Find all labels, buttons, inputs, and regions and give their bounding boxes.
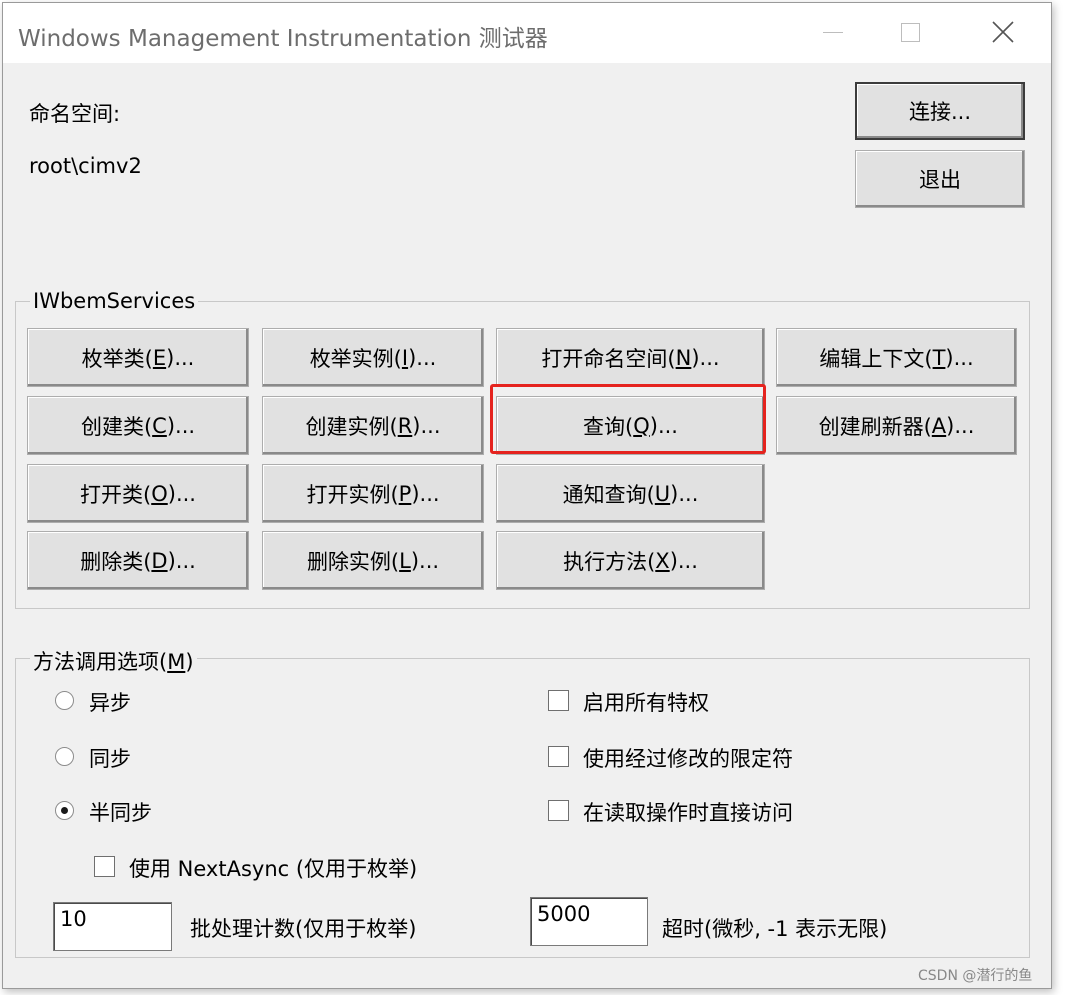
amended-qualifiers-checkbox[interactable] bbox=[548, 746, 569, 767]
edit-context-button[interactable]: 编辑上下文(T)... bbox=[776, 328, 1017, 387]
open-instance-button[interactable]: 打开实例(P)... bbox=[262, 464, 484, 523]
enable-all-privileges-label: 启用所有特权 bbox=[583, 691, 709, 715]
enum-classes-button[interactable]: 枚举类(E)... bbox=[27, 328, 249, 387]
notification-query-button[interactable]: 通知查询(U)... bbox=[496, 464, 765, 523]
enum-instances-button[interactable]: 枚举实例(I)... bbox=[262, 328, 484, 387]
timeout-label: 超时(微秒, -1 表示无限) bbox=[662, 917, 888, 941]
sync-radio[interactable] bbox=[55, 747, 74, 766]
batch-count-input[interactable]: 10 bbox=[53, 902, 172, 951]
async-radio-label: 异步 bbox=[89, 691, 131, 715]
next-async-checkbox[interactable] bbox=[94, 856, 115, 877]
direct-read-label: 在读取操作时直接访问 bbox=[583, 801, 793, 825]
timeout-input[interactable]: 5000 bbox=[530, 897, 648, 946]
title-bar[interactable]: Windows Management Instrumentation 测试器 bbox=[3, 3, 1051, 63]
batch-count-label: 批处理计数(仅用于枚举) bbox=[190, 917, 417, 941]
semisync-radio-label: 半同步 bbox=[89, 801, 152, 825]
create-class-button[interactable]: 创建类(C)... bbox=[27, 396, 249, 455]
execute-method-button[interactable]: 执行方法(X)... bbox=[496, 531, 765, 590]
delete-class-button[interactable]: 删除类(D)... bbox=[27, 531, 249, 590]
watermark: CSDN @潜行的鱼 bbox=[918, 968, 1033, 984]
maximize-icon bbox=[890, 15, 930, 51]
open-class-button[interactable]: 打开类(O)... bbox=[27, 464, 249, 523]
sync-radio-label: 同步 bbox=[89, 747, 131, 771]
namespace-value: root\cimv2 bbox=[29, 154, 142, 178]
create-refresher-button[interactable]: 创建刷新器(A)... bbox=[776, 396, 1017, 455]
direct-read-checkbox[interactable] bbox=[548, 800, 569, 821]
exit-button[interactable]: 退出 bbox=[855, 150, 1025, 208]
iwbemservices-group-title: IWbemServices bbox=[30, 289, 199, 313]
delete-instance-button[interactable]: 删除实例(L)... bbox=[262, 531, 484, 590]
semisync-radio[interactable] bbox=[55, 801, 74, 820]
amended-qualifiers-label: 使用经过修改的限定符 bbox=[583, 747, 793, 771]
close-icon[interactable] bbox=[983, 15, 1023, 51]
create-instance-button[interactable]: 创建实例(R)... bbox=[262, 396, 484, 455]
minimize-icon bbox=[813, 15, 853, 51]
query-button-highlight bbox=[490, 384, 766, 454]
enable-all-privileges-checkbox[interactable] bbox=[548, 690, 569, 711]
wmi-tester-window: Windows Management Instrumentation 测试器 命… bbox=[2, 2, 1052, 989]
connect-button[interactable]: 连接... bbox=[855, 82, 1025, 140]
window-title: Windows Management Instrumentation 测试器 bbox=[18, 26, 548, 52]
async-radio[interactable] bbox=[55, 691, 74, 710]
method-options-group-title: 方法调用选项(M) bbox=[30, 646, 197, 676]
next-async-label: 使用 NextAsync (仅用于枚举) bbox=[129, 857, 418, 881]
open-namespace-button[interactable]: 打开命名空间(N)... bbox=[496, 328, 765, 387]
namespace-label: 命名空间: bbox=[29, 102, 121, 126]
